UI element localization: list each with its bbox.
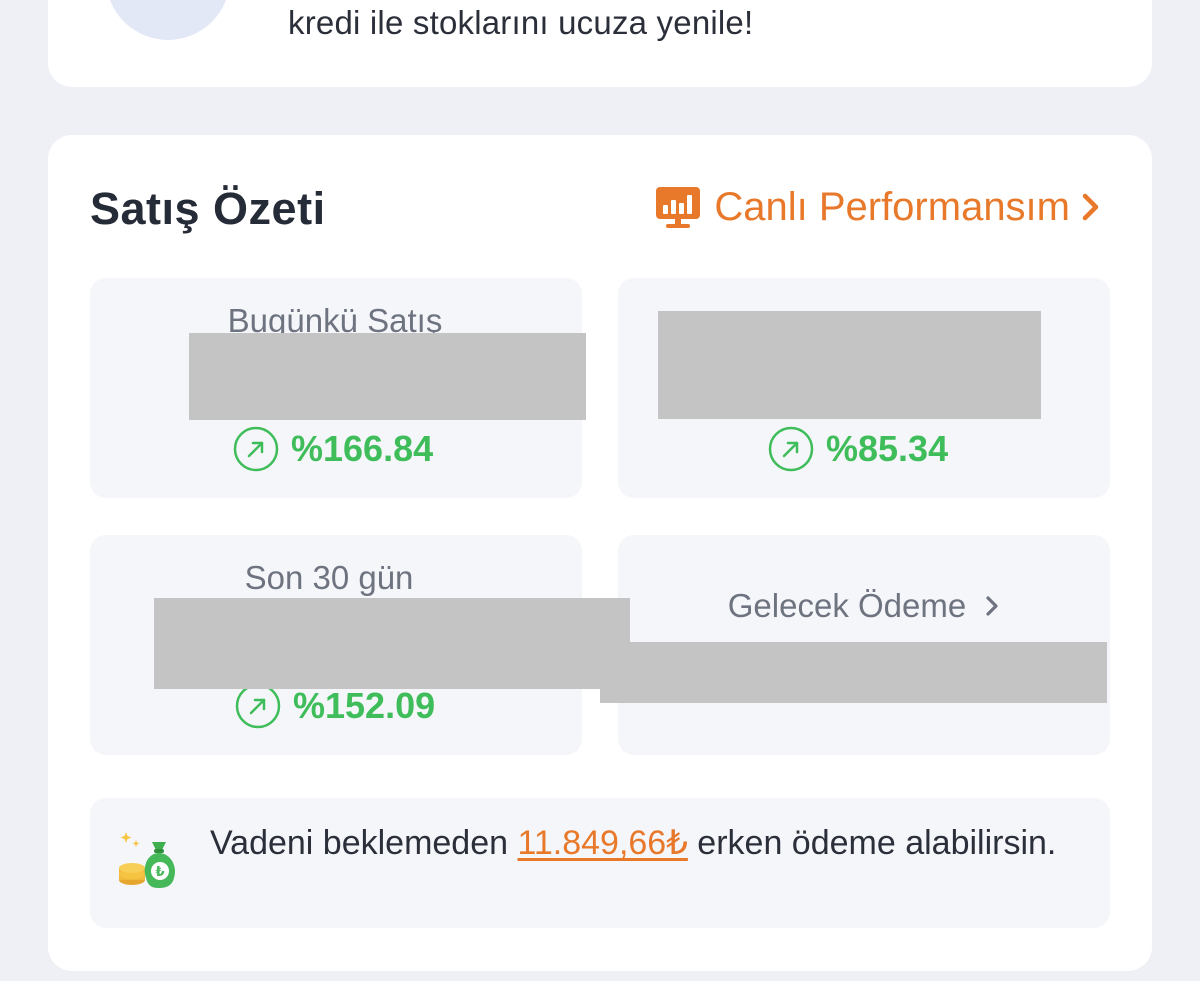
promo-card[interactable]: kredi ile stoklarını ucuza yenile! (48, 0, 1152, 87)
redacted-future-amount (600, 642, 1107, 703)
redacted-second-tile (658, 311, 1041, 419)
arrow-up-right-icon (235, 683, 281, 729)
second-sales-change: %85.34 (768, 426, 948, 472)
last-30-days-change: %152.09 (235, 683, 435, 729)
sales-summary-card: Satış Özeti Canlı Performansım Bugünkü S… (48, 135, 1152, 971)
arrow-up-right-icon (768, 426, 814, 472)
last-30-days-label: Son 30 gün (244, 559, 414, 596)
early-payment-text-before: Vadeni beklemeden (210, 824, 518, 862)
last-30-days-change-value: %152.09 (293, 685, 436, 726)
arrow-up-right-icon (233, 426, 279, 472)
second-sales-change-value: %85.34 (826, 428, 949, 469)
chevron-right-icon (986, 596, 998, 616)
today-sales-change: %166.84 (233, 426, 433, 472)
live-performance-label: Canlı Performansım (714, 184, 1070, 229)
today-sales-change-value: %166.84 (291, 428, 434, 469)
live-performance-link[interactable]: Canlı Performansım (654, 183, 1102, 231)
redacted-last-30-amount (154, 598, 630, 689)
section-title: Satış Özeti (90, 183, 326, 234)
monitor-chart-icon (656, 187, 701, 228)
chevron-right-icon (1082, 193, 1099, 221)
early-payment-amount-link[interactable]: 11.849,66₺ (517, 824, 687, 862)
early-payment-banner[interactable]: ₺ Vadeni beklemeden 11.849,66₺ erken öde… (90, 798, 1110, 928)
early-payment-text: Vadeni beklemeden 11.849,66₺ erken ödeme… (210, 822, 1070, 864)
future-payment-link[interactable]: Gelecek Ödeme (618, 587, 1110, 625)
promo-text: kredi ile stoklarını ucuza yenile! (288, 4, 754, 41)
money-bag-icon: ₺ (119, 832, 176, 888)
early-payment-text-after: erken ödeme alabilirsin. (687, 824, 1057, 862)
future-payment-label: Gelecek Ödeme (727, 587, 967, 624)
svg-text:₺: ₺ (155, 865, 164, 880)
promo-illustration (106, 0, 230, 40)
redacted-today-amount (189, 333, 586, 420)
